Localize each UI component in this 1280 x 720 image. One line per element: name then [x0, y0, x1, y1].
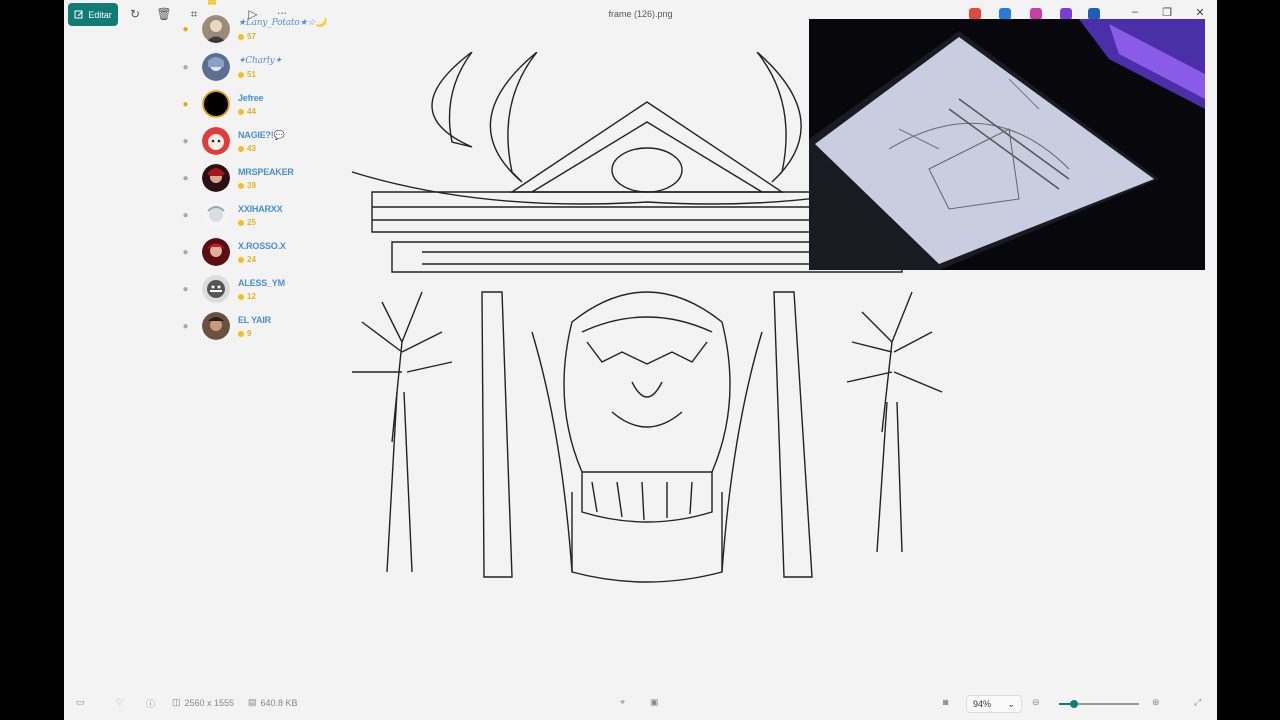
medal-icon: ● — [182, 24, 189, 35]
user-points: 43 — [238, 144, 256, 153]
filmstrip-icon[interactable]: ▭ — [76, 697, 85, 708]
face-select-icon[interactable]: ⌖ — [620, 697, 625, 708]
info-icon[interactable]: ⓘ — [146, 697, 155, 710]
tablet-drawing-photo — [809, 19, 1205, 270]
status-bar: ▭ ♡ ⓘ ◫ 2560 x 1555 ▤ 640.8 KB ⌖ ▣ ◙ 94%… — [64, 688, 1217, 720]
avatar — [202, 275, 230, 303]
medal-icon: ● — [182, 247, 189, 258]
zoom-value: 94% — [973, 699, 992, 709]
user-points: 44 — [238, 107, 256, 116]
user-name: X.ROSSO.X — [238, 241, 286, 251]
zoom-slider-thumb[interactable] — [1069, 700, 1078, 708]
user-name: EL YAIR — [238, 315, 271, 325]
zoom-out-icon[interactable]: ⊖ — [1032, 697, 1040, 708]
user-points: 9 — [238, 329, 251, 338]
dimensions-display: ◫ 2560 x 1555 — [172, 697, 234, 708]
medal-icon: ● — [182, 99, 189, 110]
user-points: 24 — [238, 255, 256, 264]
leaderboard-row: ♛ ● ★Lany_Potato★☆🌙 57 — [168, 0, 368, 52]
avatar — [202, 201, 230, 229]
avatar — [202, 312, 230, 340]
avatar — [202, 238, 230, 266]
user-name: Jefree — [238, 93, 264, 103]
webcam-overlay — [809, 19, 1205, 270]
avatar — [202, 164, 230, 192]
medal-icon: ● — [182, 62, 189, 73]
crown-icon: ♛ — [204, 0, 220, 10]
user-name: XXIHARXX — [238, 204, 283, 214]
avatar — [202, 53, 230, 81]
favorite-icon[interactable]: ♡ — [116, 697, 124, 708]
user-name: ALESS_YM — [238, 278, 285, 288]
chevron-down-icon: ⌄ — [1007, 699, 1015, 709]
user-points: 39 — [238, 181, 256, 190]
image-dimensions: 2560 x 1555 — [184, 697, 235, 708]
zoom-slider[interactable] — [1059, 700, 1139, 708]
user-name: NAGIE?!💬 — [238, 130, 285, 140]
text-select-icon[interactable]: ▣ — [650, 697, 659, 708]
zoom-dropdown[interactable]: 94% ⌄ — [966, 695, 1022, 713]
image-canvas: ♛ ● ★Lany_Potato★☆🌙 57 ● ✦Charly✦ 51 ● J… — [64, 0, 1217, 688]
avatar — [202, 90, 230, 118]
fullscreen-icon[interactable]: ⤢ — [1194, 697, 1201, 708]
avatar — [202, 127, 230, 155]
user-name: ★Lany_Potato★☆🌙 — [238, 18, 327, 28]
medal-icon: ● — [182, 173, 189, 184]
filesize-display: ▤ 640.8 KB — [248, 697, 298, 708]
file-icon: ▤ — [248, 697, 257, 707]
zoom-in-icon[interactable]: ⊕ — [1152, 697, 1160, 708]
dimensions-icon: ◫ — [172, 697, 181, 707]
user-points: 57 — [238, 32, 256, 41]
photos-app-window: Editar ↻ 🗑 ⌗ ▷ ... frame (126).png – ❐ ✕… — [64, 0, 1217, 720]
user-points: 51 — [238, 70, 256, 79]
medal-icon: ● — [182, 321, 189, 332]
user-points: 25 — [238, 218, 256, 227]
user-name: ✦Charly✦ — [238, 56, 282, 66]
medal-icon: ● — [182, 136, 189, 147]
medal-icon: ● — [182, 210, 189, 221]
screenshot-icon[interactable]: ◙ — [943, 697, 948, 707]
user-name: MRSPEAKER — [238, 167, 294, 177]
file-size: 640.8 KB — [260, 697, 298, 708]
avatar — [202, 15, 230, 43]
user-points: 12 — [238, 292, 256, 301]
medal-icon: ● — [182, 284, 189, 295]
